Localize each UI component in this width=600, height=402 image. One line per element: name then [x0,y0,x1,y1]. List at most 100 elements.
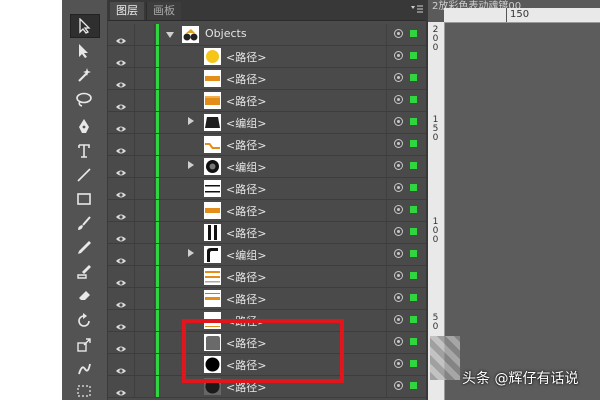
layer-name[interactable]: <路径> [226,93,266,109]
pencil-tool-icon[interactable] [70,236,98,258]
lock-toggle[interactable] [136,356,152,373]
target-circle-icon[interactable] [394,139,403,148]
selection-indicator[interactable] [410,52,417,59]
eye-icon[interactable] [116,228,126,242]
lock-toggle[interactable] [136,268,152,285]
layer-row[interactable]: <路径> [108,90,428,112]
line-segment-tool-icon[interactable] [70,164,98,186]
lock-toggle[interactable] [136,180,152,197]
layer-name[interactable]: <路径> [226,225,266,241]
layer-name[interactable]: Objects [205,27,247,40]
rectangle-tool-icon[interactable] [70,188,98,210]
eye-icon[interactable] [116,184,126,198]
lock-toggle[interactable] [136,92,152,109]
selection-indicator[interactable] [410,316,417,323]
target-circle-icon[interactable] [394,359,403,368]
target-circle-icon[interactable] [394,337,403,346]
selection-indicator[interactable] [410,74,417,81]
tab-layers[interactable]: 图层 [110,2,144,20]
layer-row[interactable]: <编组> [108,244,428,266]
layer-name[interactable]: <路径> [226,269,266,285]
lock-toggle[interactable] [136,158,152,175]
panel-menu-icon[interactable] [410,4,424,17]
target-circle-icon[interactable] [394,161,403,170]
selection-indicator[interactable] [410,206,417,213]
selection-indicator[interactable] [410,382,417,389]
target-circle-icon[interactable] [394,29,403,38]
chevron-right-icon[interactable] [188,117,194,125]
free-transform-tool-icon[interactable] [70,380,98,402]
eye-icon[interactable] [116,96,126,110]
eye-icon[interactable] [116,30,126,44]
eye-icon[interactable] [116,140,126,154]
artboard-canvas[interactable] [445,23,600,400]
target-circle-icon[interactable] [394,183,403,192]
lock-toggle[interactable] [136,48,152,65]
selection-tool-icon[interactable] [70,14,100,38]
chevron-down-icon[interactable] [166,32,174,38]
lock-toggle[interactable] [136,290,152,307]
eye-icon[interactable] [116,338,126,352]
selection-indicator[interactable] [410,294,417,301]
lock-toggle[interactable] [136,114,152,131]
lock-toggle[interactable] [136,202,152,219]
magic-wand-tool-icon[interactable] [70,64,98,86]
layer-row[interactable]: <编组> [108,156,428,178]
selection-indicator[interactable] [410,228,417,235]
eye-icon[interactable] [116,294,126,308]
pen-tool-icon[interactable] [70,115,98,137]
layer-name[interactable]: <编组> [226,159,266,175]
layer-row[interactable]: <路径> [108,134,428,156]
layer-row[interactable]: <路径> [108,288,428,310]
lock-toggle[interactable] [136,378,152,395]
lock-toggle[interactable] [136,224,152,241]
layer-name[interactable]: <路径> [226,291,266,307]
eye-icon[interactable] [116,206,126,220]
target-circle-icon[interactable] [394,51,403,60]
eye-icon[interactable] [116,74,126,88]
eye-icon[interactable] [116,272,126,286]
layer-name[interactable]: <编组> [226,115,266,131]
blob-brush-tool-icon[interactable] [70,260,98,282]
layer-row[interactable]: <路径> [108,200,428,222]
layer-name[interactable]: <路径> [226,203,266,219]
target-circle-icon[interactable] [394,73,403,82]
selection-indicator[interactable] [410,162,417,169]
target-circle-icon[interactable] [394,117,403,126]
rotate-tool-icon[interactable] [70,310,98,332]
lock-toggle[interactable] [136,70,152,87]
lock-toggle[interactable] [136,312,152,329]
layer-row[interactable]: <路径> [108,222,428,244]
eye-icon[interactable] [116,360,126,374]
selection-indicator[interactable] [410,250,417,257]
selection-indicator[interactable] [410,360,417,367]
selection-indicator[interactable] [410,118,417,125]
selection-indicator[interactable] [410,140,417,147]
selection-indicator[interactable] [410,338,417,345]
selection-indicator[interactable] [410,96,417,103]
layer-name[interactable]: <路径> [226,49,266,65]
warp-tool-icon[interactable] [70,358,98,380]
layer-row[interactable]: <路径> [108,178,428,200]
tab-artboards[interactable]: 画板 [146,2,181,20]
eye-icon[interactable] [116,316,126,330]
lock-toggle[interactable] [136,246,152,263]
eraser-tool-icon[interactable] [70,284,98,306]
layer-row[interactable]: <路径> [108,68,428,90]
target-circle-icon[interactable] [394,271,403,280]
target-circle-icon[interactable] [394,95,403,104]
layer-row[interactable]: Objects [108,24,428,46]
eye-icon[interactable] [116,52,126,66]
layer-row[interactable]: <路径> [108,266,428,288]
selection-indicator[interactable] [410,272,417,279]
layer-name[interactable]: <路径> [226,181,266,197]
target-circle-icon[interactable] [394,381,403,390]
layer-name[interactable]: <路径> [226,137,266,153]
lock-toggle[interactable] [136,26,152,43]
layer-row[interactable]: <编组> [108,112,428,134]
layer-name[interactable]: <编组> [226,247,266,263]
selection-indicator[interactable] [410,30,417,37]
lock-toggle[interactable] [136,334,152,351]
target-circle-icon[interactable] [394,293,403,302]
target-circle-icon[interactable] [394,315,403,324]
